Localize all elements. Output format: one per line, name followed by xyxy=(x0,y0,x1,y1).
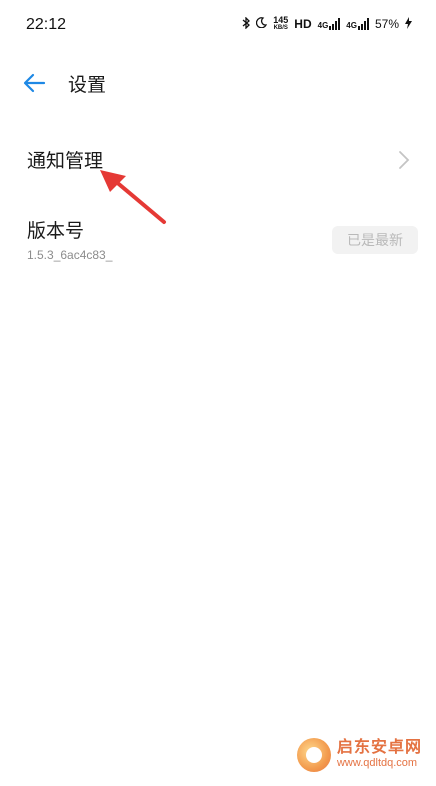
network-speed-value: 145 xyxy=(273,15,289,25)
status-bar: 22:12 145 KB/S HD 4G 4G 57% xyxy=(0,0,436,52)
back-button[interactable] xyxy=(20,70,50,96)
moon-icon xyxy=(256,17,268,31)
bluetooth-icon xyxy=(242,15,251,32)
version-number: 1.5.3_6ac4c83_ xyxy=(27,248,113,262)
watermark-title: 启东安卓网 xyxy=(336,737,422,756)
arrow-left-icon xyxy=(23,73,46,93)
page-title: 设置 xyxy=(68,74,107,96)
hd-label: HD xyxy=(294,17,312,31)
network-speed: 145 KB/S xyxy=(273,16,288,32)
top-bar: 设置 xyxy=(0,58,436,108)
sim2-signal: 4G xyxy=(346,18,369,30)
status-time: 22:12 xyxy=(26,16,67,33)
site-watermark: 启东安卓网 www.qdltdq.com xyxy=(296,737,422,772)
sim1-signal: 4G xyxy=(318,18,341,30)
signal-icon xyxy=(329,18,341,30)
status-icons: 145 KB/S HD 4G 4G 57% xyxy=(242,16,412,32)
version-label: 版本号 xyxy=(27,220,85,242)
battery-percent: 57% xyxy=(374,17,399,31)
latest-version-button[interactable]: 已是最新 xyxy=(332,226,418,254)
sim2-tag: 4G xyxy=(346,21,357,30)
sim1-tag: 4G xyxy=(317,21,329,30)
chevron-right-icon xyxy=(399,151,410,169)
version-item: 版本号 1.5.3_6ac4c83_ 已是最新 xyxy=(0,208,436,274)
notification-management-item[interactable]: 通知管理 xyxy=(0,132,436,192)
watermark-url: www.qdltdq.com xyxy=(336,757,418,769)
charging-icon xyxy=(405,16,412,32)
network-speed-unit: KB/S xyxy=(273,25,288,31)
annotation-arrow-icon xyxy=(100,170,166,224)
site-logo-icon xyxy=(296,738,331,772)
signal-icon xyxy=(357,18,369,30)
